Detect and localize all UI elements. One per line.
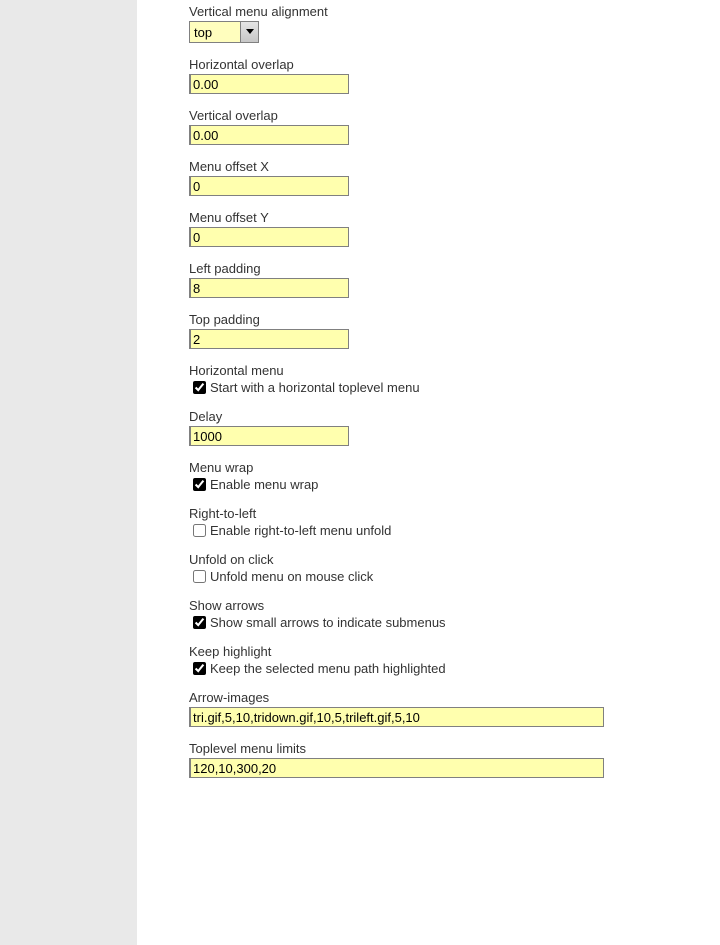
vertical-overlap-field: Vertical overlap: [189, 108, 720, 145]
vertical-menu-alignment-select[interactable]: top: [189, 21, 259, 43]
delay-label: Delay: [189, 409, 720, 424]
vertical-overlap-input[interactable]: [189, 125, 349, 145]
horizontal-menu-label: Horizontal menu: [189, 363, 720, 378]
unfold-on-click-label: Unfold on click: [189, 552, 720, 567]
keep-highlight-checkbox[interactable]: [193, 662, 206, 675]
delay-input[interactable]: [189, 426, 349, 446]
menu-wrap-checkbox[interactable]: [193, 478, 206, 491]
right-to-left-field: Right-to-left Enable right-to-left menu …: [189, 506, 720, 538]
show-arrows-field: Show arrows Show small arrows to indicat…: [189, 598, 720, 630]
keep-highlight-field: Keep highlight Keep the selected menu pa…: [189, 644, 720, 676]
right-to-left-checkbox[interactable]: [193, 524, 206, 537]
top-padding-field: Top padding: [189, 312, 720, 349]
horizontal-overlap-label: Horizontal overlap: [189, 57, 720, 72]
sidebar: [0, 0, 137, 945]
arrow-images-label: Arrow-images: [189, 690, 720, 705]
horizontal-menu-checkbox-label: Start with a horizontal toplevel menu: [210, 380, 420, 395]
show-arrows-label: Show arrows: [189, 598, 720, 613]
horizontal-menu-field: Horizontal menu Start with a horizontal …: [189, 363, 720, 395]
menu-offset-x-input[interactable]: [189, 176, 349, 196]
menu-offset-x-field: Menu offset X: [189, 159, 720, 196]
horizontal-overlap-input[interactable]: [189, 74, 349, 94]
arrow-images-field: Arrow-images: [189, 690, 720, 727]
toplevel-menu-limits-field: Toplevel menu limits: [189, 741, 720, 778]
show-arrows-checkbox[interactable]: [193, 616, 206, 629]
unfold-on-click-checkbox-label: Unfold menu on mouse click: [210, 569, 373, 584]
menu-offset-y-field: Menu offset Y: [189, 210, 720, 247]
vertical-menu-alignment-value: top: [190, 22, 240, 42]
vertical-menu-alignment-label: Vertical menu alignment: [189, 4, 720, 19]
menu-wrap-label: Menu wrap: [189, 460, 720, 475]
left-padding-field: Left padding: [189, 261, 720, 298]
right-to-left-label: Right-to-left: [189, 506, 720, 521]
toplevel-menu-limits-label: Toplevel menu limits: [189, 741, 720, 756]
top-padding-input[interactable]: [189, 329, 349, 349]
delay-field: Delay: [189, 409, 720, 446]
horizontal-overlap-field: Horizontal overlap: [189, 57, 720, 94]
horizontal-menu-checkbox[interactable]: [193, 381, 206, 394]
menu-offset-y-label: Menu offset Y: [189, 210, 720, 225]
keep-highlight-label: Keep highlight: [189, 644, 720, 659]
toplevel-menu-limits-input[interactable]: [189, 758, 604, 778]
unfold-on-click-field: Unfold on click Unfold menu on mouse cli…: [189, 552, 720, 584]
right-to-left-checkbox-label: Enable right-to-left menu unfold: [210, 523, 391, 538]
dropdown-arrow-icon[interactable]: [240, 22, 258, 42]
vertical-menu-alignment-field: Vertical menu alignment top: [189, 4, 720, 43]
left-padding-input[interactable]: [189, 278, 349, 298]
show-arrows-checkbox-label: Show small arrows to indicate submenus: [210, 615, 446, 630]
unfold-on-click-checkbox[interactable]: [193, 570, 206, 583]
keep-highlight-checkbox-label: Keep the selected menu path highlighted: [210, 661, 446, 676]
left-padding-label: Left padding: [189, 261, 720, 276]
arrow-images-input[interactable]: [189, 707, 604, 727]
vertical-overlap-label: Vertical overlap: [189, 108, 720, 123]
form-content: Vertical menu alignment top Horizontal o…: [137, 0, 720, 945]
menu-wrap-field: Menu wrap Enable menu wrap: [189, 460, 720, 492]
menu-offset-y-input[interactable]: [189, 227, 349, 247]
menu-wrap-checkbox-label: Enable menu wrap: [210, 477, 318, 492]
top-padding-label: Top padding: [189, 312, 720, 327]
menu-offset-x-label: Menu offset X: [189, 159, 720, 174]
